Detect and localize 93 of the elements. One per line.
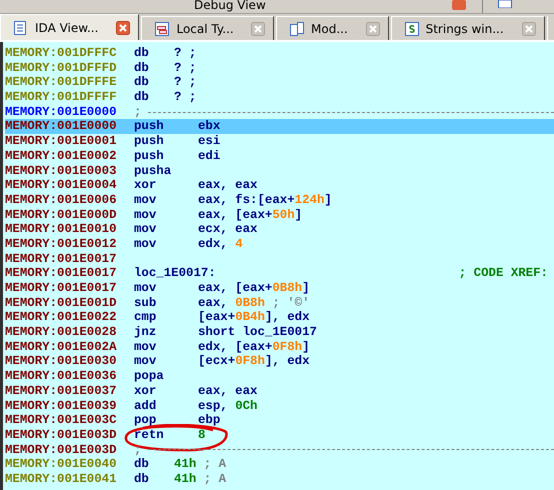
operands: ecx, eax [198,222,258,237]
strings-icon [404,20,420,36]
mnemonic: mov [134,192,158,208]
address: MEMORY:001E003D [5,428,118,443]
address: MEMORY:001E0010 [5,222,118,237]
mnemonic: mov [134,340,158,354]
code-label: loc_1E0017: [134,266,216,282]
mnemonic: push [134,119,165,134]
comment-marker: ; [134,104,142,120]
tab[interactable]: IDA View... [0,14,140,40]
address: MEMORY:001E0000 [5,104,118,120]
mnemonic: db [134,46,150,61]
tab[interactable]: Strings win... [390,16,546,40]
operands: ebx [198,119,220,134]
address: MEMORY:001E0006 [5,192,118,208]
window-title: Debug View [194,0,266,12]
address: MEMORY:001E0039 [5,398,118,414]
operands: eax, eax [198,384,258,399]
operands: esi [198,134,220,149]
mnemonic: mov [134,354,158,370]
address: MEMORY:001E002A [5,340,118,354]
mnemonic: pusha [134,164,172,178]
operands: edx, [eax+0F8h] [198,340,310,354]
mnemonic: db [134,457,150,472]
mnemonic: db [134,472,150,487]
tab[interactable]: Local Ty... [141,16,274,40]
address: MEMORY:001E0002 [5,148,118,164]
mnemonic: push [134,148,165,164]
address: MEMORY:001E0040 [5,457,118,472]
mnemonic: sub [134,296,158,310]
operands: ? ; [174,75,196,90]
mnemonic: retn [134,428,165,443]
mnemonic: db [134,60,150,76]
operands: ? ; [174,46,196,61]
address: MEMORY:001E000D [5,208,118,222]
address: MEMORY:001E003C [5,413,118,428]
mnemonic: db [134,90,150,105]
address: MEMORY:001E003D [5,442,118,458]
operands: ? ; [174,90,196,105]
documents-icon [289,20,305,36]
address: MEMORY:001E0001 [5,134,118,149]
tab[interactable]: Mod... [276,16,389,40]
operands: short loc_1E0017 [198,325,317,340]
operands: eax, [eax+0B8h] [198,281,310,296]
address: MEMORY:001E0017 [5,252,118,266]
operands: eax, 0B8h ; '©' [198,296,310,310]
operands: eax, [eax+50h] [198,208,302,222]
address: MEMORY:001E0000 [5,119,118,134]
mnemonic: push [134,134,165,149]
address: MEMORY:001E0022 [5,310,118,326]
address: MEMORY:001DFFFD [5,60,118,76]
xref-comment: ; CODE XREF: [458,266,548,282]
mnemonic: pop [134,413,158,428]
operands: 8 [198,428,206,443]
address: MEMORY:001DFFFF [5,90,118,105]
address: MEMORY:001E0017 [5,281,118,296]
address: MEMORY:001E001D [5,296,118,310]
operands: edi [198,148,220,164]
operands: ? ; [174,60,196,76]
operands: 41h ; A [174,457,226,472]
address: MEMORY:001E0017 [5,266,118,282]
operands: 41h ; A [174,472,226,487]
mnemonic: xor [134,178,158,193]
address: MEMORY:001E0003 [5,164,118,178]
window-icon [154,20,170,36]
address: MEMORY:001E0041 [5,472,118,487]
mnemonic: mov [134,208,158,222]
address: MEMORY:001E0030 [5,354,118,370]
mnemonic: jnz [134,325,158,340]
address: MEMORY:001E0012 [5,236,118,252]
address: MEMORY:001E0004 [5,178,118,193]
address: MEMORY:001DFFFC [5,46,118,61]
mnemonic: mov [134,222,158,237]
operands: ebp [198,413,220,428]
window-icon[interactable] [498,0,512,8]
mnemonic: add [134,398,158,414]
mnemonic: cmp [134,310,158,326]
operands: eax, eax [198,178,258,193]
operands: [eax+0B4h], edx [198,310,310,326]
operands: edx, 4 [198,236,243,252]
address: MEMORY:001E0037 [5,384,118,399]
mnemonic: db [134,75,150,90]
operands: eax, fs:[eax+124h] [198,192,332,208]
address: MEMORY:001E0028 [5,325,118,340]
operands: [ecx+0F8h], edx [198,354,310,370]
address: MEMORY:001DFFFE [5,75,118,90]
mnemonic: mov [134,281,158,296]
mnemonic: xor [134,384,158,399]
mnemonic: popa [134,369,165,384]
address: MEMORY:001E0036 [5,369,118,384]
operands: esp, 0Ch [198,398,258,414]
mnemonic: mov [134,236,158,252]
document-icon [13,20,29,36]
